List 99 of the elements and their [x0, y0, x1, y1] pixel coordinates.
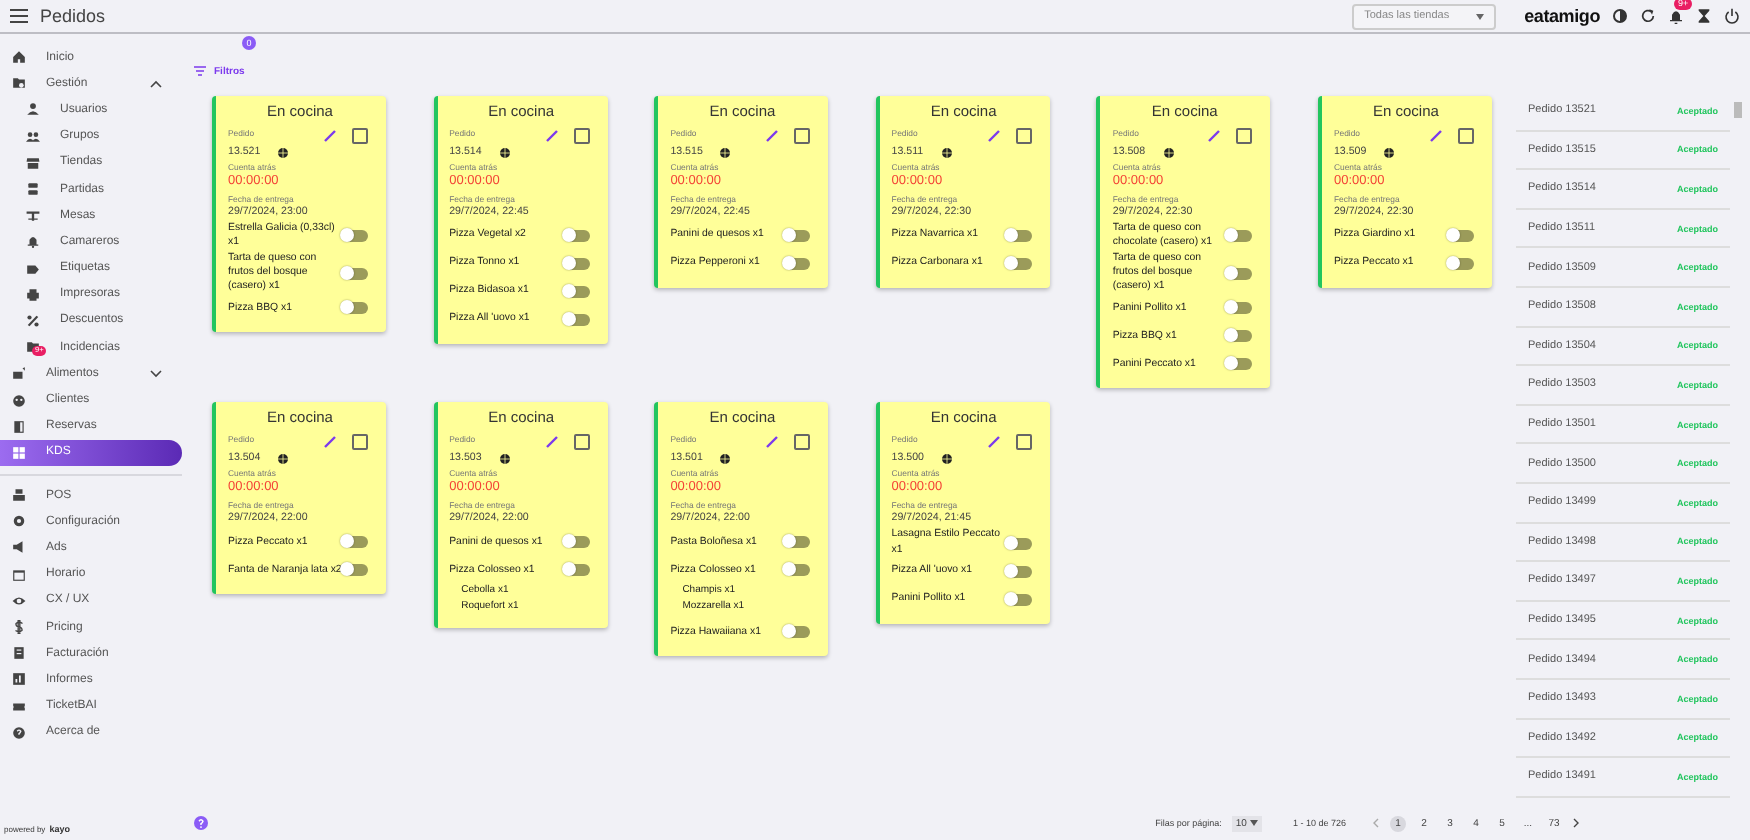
pencil-icon[interactable] — [545, 436, 558, 449]
hourglass-icon[interactable] — [1696, 8, 1712, 24]
pencil-icon[interactable] — [766, 436, 779, 449]
toggle-switch[interactable] — [344, 302, 368, 315]
toggle-switch[interactable] — [786, 258, 811, 270]
bell-icon[interactable] — [1668, 8, 1684, 24]
checkbox[interactable] — [1236, 128, 1253, 144]
chevron-icon — [150, 79, 162, 88]
globe-icon — [1384, 147, 1395, 157]
contrast-icon[interactable] — [1612, 8, 1628, 24]
pencil-icon[interactable] — [1208, 130, 1221, 142]
toggle-switch[interactable] — [1007, 258, 1032, 270]
pencil-icon[interactable] — [987, 130, 1000, 142]
pencil-icon[interactable] — [1429, 130, 1442, 142]
checkbox[interactable] — [352, 434, 368, 451]
pencil-icon[interactable] — [545, 130, 558, 142]
toggle-switch[interactable] — [344, 536, 368, 549]
pencil-icon[interactable] — [766, 130, 779, 142]
chevron-left-icon[interactable] — [1372, 818, 1380, 828]
printer-icon — [26, 287, 40, 302]
toggle-switch[interactable] — [344, 267, 368, 280]
globe-icon — [720, 453, 731, 464]
caret-icon — [1476, 13, 1485, 19]
globe-icon — [941, 147, 952, 157]
toggle-switch[interactable] — [565, 314, 590, 326]
toggle-switch[interactable] — [1228, 358, 1253, 371]
toggle-switch[interactable] — [1007, 537, 1032, 550]
globe-icon — [499, 453, 510, 464]
register-icon — [12, 488, 26, 503]
ticket-icon — [12, 699, 26, 714]
toggle-switch[interactable] — [344, 564, 368, 577]
toggle-switch[interactable] — [565, 258, 590, 270]
page-title: Pedidos — [40, 6, 106, 26]
globe-icon — [278, 147, 289, 157]
toggle-switch[interactable] — [1228, 267, 1253, 280]
checkbox[interactable] — [1457, 128, 1474, 144]
gear-icon — [12, 514, 26, 529]
toggle-switch[interactable] — [786, 564, 811, 577]
dollar-icon — [12, 620, 26, 635]
pencil-icon[interactable] — [987, 436, 1000, 449]
tag-icon — [26, 261, 40, 276]
eye-icon — [12, 593, 26, 608]
filter-icon — [194, 66, 206, 76]
toggle-switch[interactable] — [565, 564, 590, 577]
globe-icon — [499, 147, 510, 157]
megaphone-icon — [12, 540, 26, 555]
globe-icon — [720, 147, 731, 157]
toggle-switch[interactable] — [786, 536, 811, 549]
report-icon — [12, 672, 26, 687]
checkbox[interactable] — [794, 128, 811, 144]
pencil-icon[interactable] — [324, 436, 336, 449]
checkbox[interactable] — [352, 128, 368, 144]
layers-icon — [26, 182, 40, 197]
toggle-switch[interactable] — [565, 286, 590, 298]
toggle-switch[interactable] — [1449, 258, 1474, 270]
grid-icon — [12, 445, 26, 460]
calendar-icon — [12, 567, 26, 582]
pencil-icon[interactable] — [324, 130, 336, 142]
globe-icon — [1163, 147, 1174, 157]
store-icon — [26, 155, 40, 170]
toggle-switch[interactable] — [344, 230, 368, 243]
home-icon — [12, 50, 26, 65]
people-icon — [26, 129, 40, 144]
toggle-switch[interactable] — [1007, 566, 1032, 579]
refresh-icon[interactable] — [1640, 8, 1656, 24]
toggle-switch[interactable] — [786, 626, 811, 639]
chevron-icon — [150, 369, 162, 378]
scrollbar[interactable] — [1734, 102, 1742, 118]
toggle-switch[interactable] — [565, 230, 590, 242]
toggle-switch[interactable] — [1228, 230, 1253, 243]
person-icon — [26, 102, 40, 117]
table-icon — [26, 208, 40, 223]
chevron-right-icon[interactable] — [1572, 818, 1580, 828]
toggle-switch[interactable] — [1228, 330, 1253, 343]
invoice-icon — [12, 646, 26, 661]
brand-logo: eatamigo — [1524, 6, 1600, 26]
globe-icon — [278, 453, 289, 464]
checkbox[interactable] — [573, 434, 590, 451]
toggle-switch[interactable] — [1007, 594, 1032, 607]
toggle-switch[interactable] — [1449, 230, 1474, 242]
percent-icon — [26, 313, 40, 328]
toggle-switch[interactable] — [1007, 230, 1032, 242]
power-icon[interactable] — [1724, 8, 1740, 24]
checkbox[interactable] — [1015, 434, 1032, 451]
folder-gear-icon — [12, 76, 26, 91]
checkbox[interactable] — [794, 434, 811, 451]
bell-icon — [26, 234, 40, 249]
help-icon — [12, 725, 26, 740]
checkbox[interactable] — [1015, 128, 1032, 144]
toggle-switch[interactable] — [565, 536, 590, 549]
caret-icon — [1250, 820, 1259, 826]
book-icon — [12, 419, 26, 434]
menu-icon[interactable] — [10, 8, 28, 24]
toggle-switch[interactable] — [1228, 302, 1253, 315]
globe-icon — [941, 453, 952, 464]
toggle-switch[interactable] — [786, 230, 811, 242]
help-icon[interactable] — [194, 816, 208, 830]
checkbox[interactable] — [573, 128, 590, 144]
face-icon — [12, 393, 26, 408]
